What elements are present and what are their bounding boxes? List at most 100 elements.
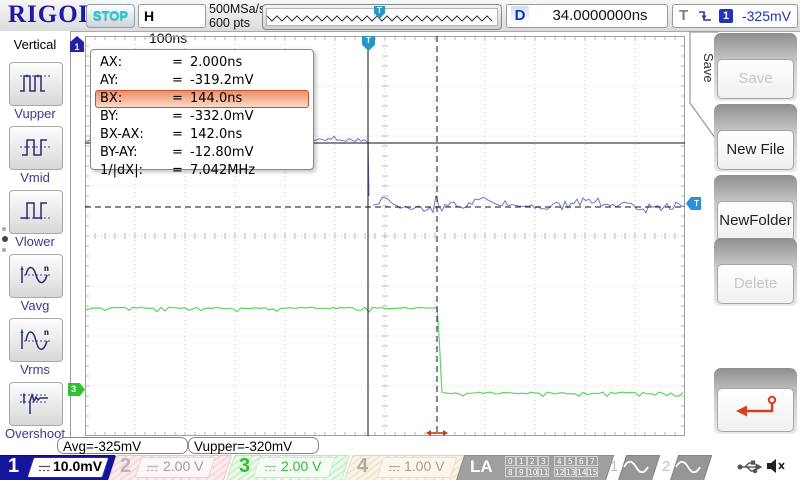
digital-channel-9: 9 xyxy=(516,467,527,477)
cursor-row-label: AY: xyxy=(100,73,172,89)
cursor-row-label: AX: xyxy=(100,55,172,71)
digital-channel-13: 13 xyxy=(565,467,576,477)
softkey-vrms[interactable]: n xyxy=(9,318,63,362)
channel-3-scale-value: 2.00 V xyxy=(281,458,321,474)
svg-text:n: n xyxy=(44,264,49,273)
memory-depth: 600 pts xyxy=(209,16,265,30)
softkey-label: NewFolder xyxy=(719,212,792,229)
channel-1-button[interactable]: 1 xyxy=(8,455,19,478)
cursor-row-value: 7.042MHz xyxy=(190,163,255,179)
softkey-vmid[interactable] xyxy=(9,126,63,170)
cursor-row-value: 2.000ns xyxy=(190,55,242,71)
delay-box: D 34.0000000ns xyxy=(506,4,668,28)
vupper-measure-readout: Vupper=-320mV xyxy=(188,437,319,454)
vertical-measure-menu: Vertical VupperVmidVlowernVavgnVrmsOvers… xyxy=(0,31,71,455)
digital-channel-14: 14 xyxy=(576,467,587,477)
softkey-label-vrms: Vrms xyxy=(0,362,70,377)
source-1-label: 1 xyxy=(610,458,618,475)
cursor-row-value: -319.2mV xyxy=(190,73,253,89)
softkey-label: New File xyxy=(726,141,784,158)
overshoot-icon xyxy=(18,388,54,418)
softkey-vavg[interactable]: n xyxy=(9,254,63,298)
digital-channel-0: 0 xyxy=(505,456,516,466)
channel-4-button[interactable]: 4 xyxy=(357,455,368,478)
dc-coupling-icon xyxy=(38,464,51,474)
cursor-row-label: BY-AY: xyxy=(100,145,172,161)
dc-coupling-icon xyxy=(388,464,401,474)
digital-channel-3: 3 xyxy=(538,456,549,466)
timebase-label: H xyxy=(144,8,154,24)
softkey-label-vlower: Vlower xyxy=(0,234,70,249)
vupper-icon xyxy=(18,68,54,98)
usb-icon xyxy=(737,459,762,480)
vavg-icon: n xyxy=(18,260,54,290)
softkey-slot: Delete xyxy=(714,238,797,306)
trigger-level-value: -325mV xyxy=(742,5,791,27)
softkey-overshoot[interactable] xyxy=(9,382,63,426)
cursor-row: 1/|dX|:=7.042MHz xyxy=(95,162,309,180)
digital-channel-1: 1 xyxy=(516,456,527,466)
trigger-label: T xyxy=(679,5,688,27)
softkey-slot: NewFolder xyxy=(714,175,797,243)
softkey-slot: Save xyxy=(714,33,797,101)
cursor-row: AY:=-319.2mV xyxy=(95,72,309,90)
softkey-vupper[interactable] xyxy=(9,62,63,106)
softkey-label-vupper: Vupper xyxy=(0,106,70,121)
softkey-label: Save xyxy=(738,70,772,87)
newfolder-button[interactable]: NewFolder xyxy=(717,201,794,241)
speaker-muted-icon xyxy=(766,457,787,480)
digital-channel-15: 15 xyxy=(587,467,598,477)
cursor-row-equals: = xyxy=(172,91,190,107)
sine-wave-icon xyxy=(623,460,649,474)
channel-status-bar: 110.0mV22.00 V32.00 V41.00 VLA0123456789… xyxy=(0,455,800,480)
cursor-row-equals: = xyxy=(172,145,190,161)
cursor-readout-panel: AX:=2.000nsAY:=-319.2mVBX:=144.0nsBY:=-3… xyxy=(90,49,314,170)
cursor-row: AX:=2.000ns xyxy=(95,54,309,72)
softkey-vlower[interactable] xyxy=(9,190,63,234)
cursor-row-label: BY: xyxy=(100,109,172,125)
cursor-row-value: -332.0mV xyxy=(190,109,253,125)
vrms-icon: n xyxy=(18,324,54,354)
channel-4-coupling xyxy=(388,461,401,479)
channel-2-scale-value: 2.00 V xyxy=(163,458,203,474)
cursor-row-value: -12.80mV xyxy=(190,145,253,161)
channel-1-coupling xyxy=(38,461,51,479)
channel-3-coupling xyxy=(264,461,277,479)
channel-1-scale-value: 10.0mV xyxy=(53,458,102,474)
trigger-box: T 1 -325mV xyxy=(672,4,798,28)
softkey-label-vmid: Vmid xyxy=(0,170,70,185)
channel-2-button[interactable]: 2 xyxy=(120,455,131,478)
top-bar: RIGOL STOP H 100ns 500MSa/s 600 pts T D … xyxy=(0,0,800,32)
cursor-row-equals: = xyxy=(172,55,190,71)
source-1-wave xyxy=(623,460,649,479)
ch3-reference-marker: 3 xyxy=(68,383,85,396)
softkey-label: Delete xyxy=(734,275,777,292)
delay-label: D xyxy=(511,6,529,25)
back-button[interactable] xyxy=(717,388,794,432)
source-2-wave xyxy=(675,460,701,479)
digital-channel-8: 8 xyxy=(505,467,516,477)
save-button[interactable]: Save xyxy=(717,59,794,99)
la-button[interactable]: LA xyxy=(470,457,493,477)
digital-channel-12: 12 xyxy=(554,467,565,477)
cursor-row-label: BX-AX: xyxy=(100,127,172,143)
cursor-row-value: 144.0ns xyxy=(190,91,242,107)
menu-title: Vertical xyxy=(0,37,70,52)
dc-coupling-icon xyxy=(264,464,277,474)
waveform-preview-bar: T xyxy=(262,4,502,30)
trigger-level-marker-icon: T xyxy=(686,197,701,210)
channel-2-coupling xyxy=(146,461,159,479)
new-file-button[interactable]: New File xyxy=(717,130,794,170)
digital-channel-6: 6 xyxy=(576,456,587,466)
brand-logo: RIGOL xyxy=(8,1,96,29)
acquisition-info: 500MSa/s 600 pts xyxy=(209,2,265,30)
page-dot xyxy=(2,248,6,252)
run-state-badge: STOP xyxy=(86,4,135,28)
channel-3-button[interactable]: 3 xyxy=(239,455,250,478)
cursor-row-label: BX: xyxy=(100,91,172,107)
delete-button[interactable]: Delete xyxy=(717,264,794,304)
softkey-label-vavg: Vavg xyxy=(0,298,70,313)
cursor-row-value: 142.0ns xyxy=(190,127,242,143)
cursor-row-selected: BX:=144.0ns xyxy=(95,90,309,108)
delay-value: 34.0000000ns xyxy=(537,5,663,27)
